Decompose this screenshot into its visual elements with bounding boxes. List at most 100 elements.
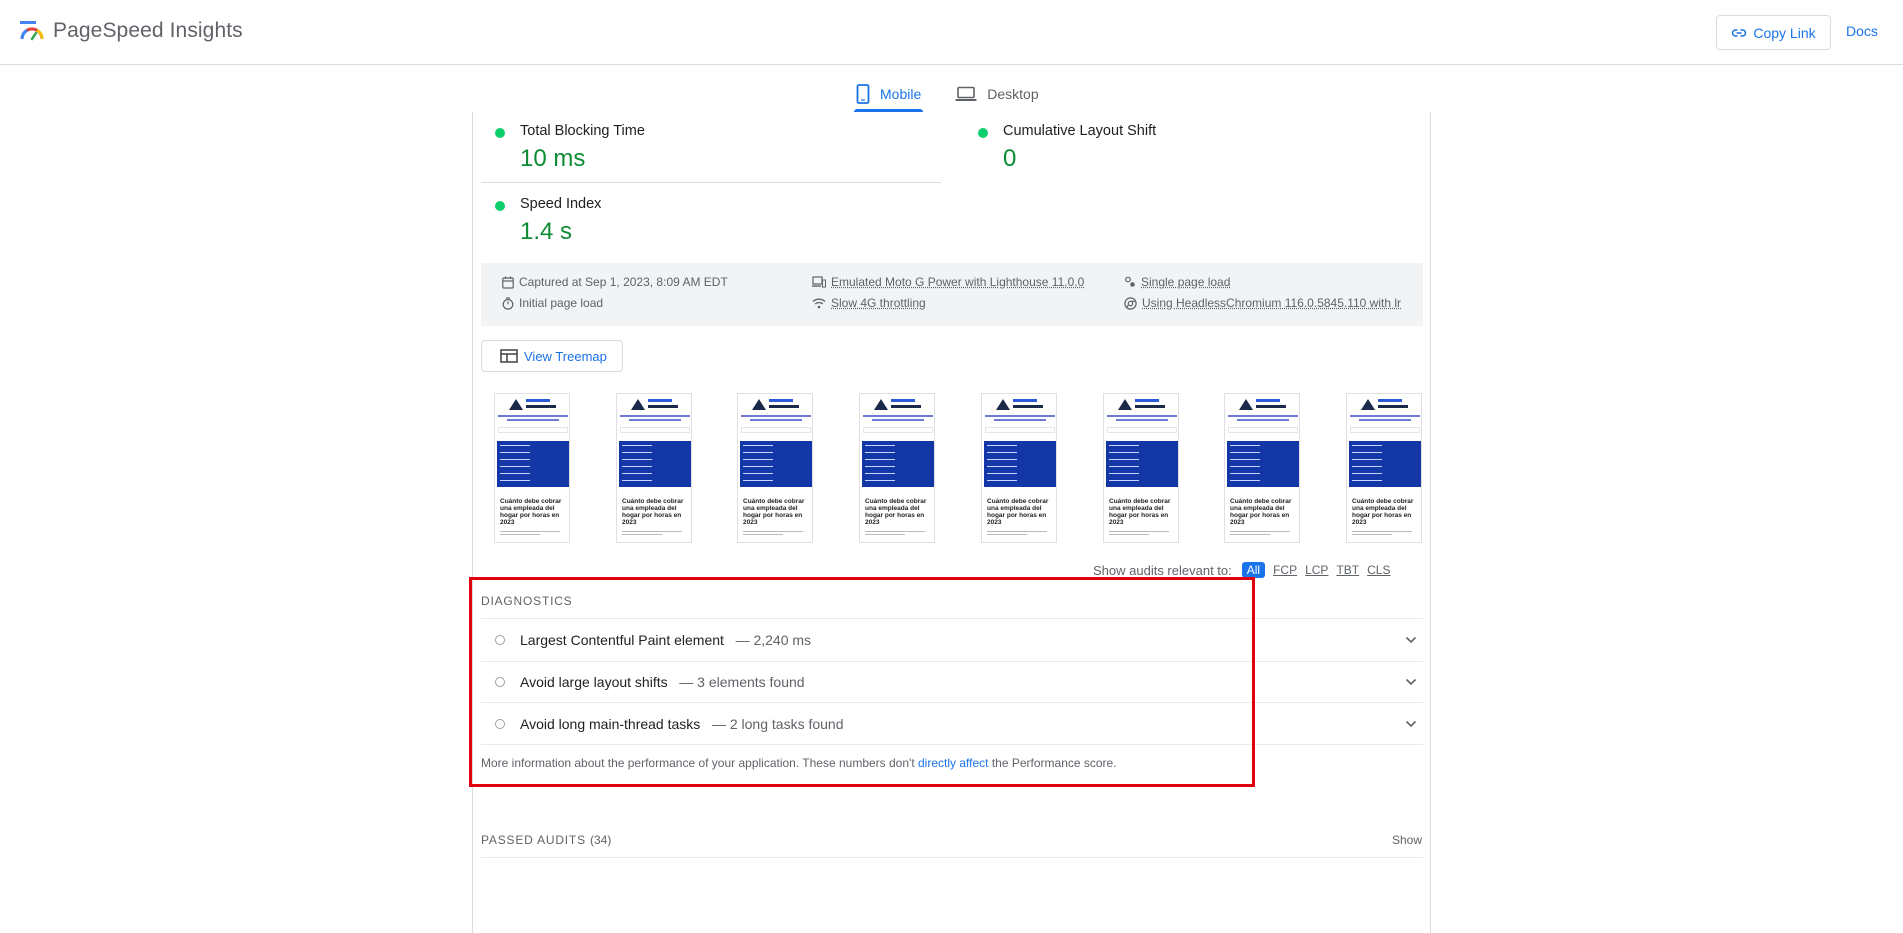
audit-detail-text: 2 long tasks found (729, 716, 844, 732)
filter-chip-tbt[interactable]: TBT (1336, 563, 1359, 577)
audit-detail: — 2 long tasks found (704, 716, 844, 732)
audit-row-layout-shifts[interactable]: Avoid large layout shifts — 3 elements f… (481, 662, 1423, 702)
audit-title: Avoid long main-thread tasks — 2 long ta… (520, 716, 844, 732)
good-status-dot-icon (495, 128, 505, 138)
audit-title-text: Avoid large layout shifts (520, 674, 668, 690)
audit-detail: — 3 elements found (671, 674, 805, 690)
audit-detail: — 2,240 ms (727, 632, 812, 648)
docs-link[interactable]: Docs (1846, 23, 1878, 39)
audit-detail-text: 3 elements found (697, 674, 805, 690)
metric-value: 10 ms (520, 145, 586, 172)
metric-value: 1.4 s (520, 218, 573, 245)
browser-version[interactable]: Using HeadlessChromium 116.0.5845.110 wi… (1124, 296, 1401, 310)
chevron-down-icon[interactable] (1405, 720, 1417, 728)
row-divider (481, 702, 1423, 703)
filmstrip-frame: Cuánto debe cobrar una empleada del hoga… (1103, 393, 1179, 543)
frame-logo-icon (996, 397, 1044, 411)
view-treemap-button[interactable]: View Treemap (481, 340, 623, 372)
informative-audit-icon (495, 677, 505, 687)
filmstrip-frame: Cuánto debe cobrar una empleada del hoga… (494, 393, 570, 543)
frame-logo-icon (631, 397, 679, 411)
filmstrip-frame: Cuánto debe cobrar una empleada del hoga… (616, 393, 692, 543)
frame-logo-icon (1361, 397, 1409, 411)
more-info-suffix: the Performance score. (991, 756, 1117, 770)
metric-label: Total Blocking Time (520, 123, 645, 139)
frame-headline: Cuánto debe cobrar una empleada del hoga… (622, 498, 684, 526)
top-header: PageSpeed Insights Copy Link Docs (0, 0, 1903, 65)
chevron-down-icon[interactable] (1405, 636, 1417, 644)
copy-link-button[interactable]: Copy Link (1716, 15, 1831, 50)
mobile-icon (856, 84, 870, 104)
frame-logo-icon (509, 397, 557, 411)
filter-chip-all[interactable]: All (1241, 562, 1266, 578)
audit-detail-text: 2,240 ms (753, 632, 812, 648)
screenshot-filmstrip: Cuánto debe cobrar una empleada del hoga… (494, 393, 1424, 543)
frame-logo-icon (1239, 397, 1287, 411)
audit-filter-label: Show audits relevant to: (1093, 562, 1232, 578)
devices-icon (812, 276, 826, 288)
filter-chip-fcp[interactable]: FCP (1273, 563, 1297, 577)
frame-headline: Cuánto debe cobrar una empleada del hoga… (865, 498, 927, 526)
frame-headline: Cuánto debe cobrar una empleada del hoga… (1109, 498, 1171, 526)
copy-link-label: Copy Link (1753, 24, 1816, 41)
content-border-right (1430, 112, 1431, 933)
device-text: Emulated Moto G Power with Lighthouse 11… (831, 275, 1085, 289)
session-text: Single page load (1141, 275, 1231, 289)
frame-logo-icon (752, 397, 800, 411)
logo[interactable]: PageSpeed Insights (19, 18, 243, 44)
show-passed-audits-button[interactable]: Show (1392, 833, 1422, 847)
metric-speed-index: Speed Index 1.4 s (495, 196, 875, 246)
good-status-dot-icon (495, 201, 505, 211)
tab-mobile[interactable]: Mobile (854, 76, 924, 112)
informative-audit-icon (495, 635, 505, 645)
device-tabs: Mobile Desktop (854, 76, 1071, 112)
frame-headline: Cuánto debe cobrar una empleada del hoga… (1352, 498, 1414, 526)
network-throttling[interactable]: Slow 4G throttling (812, 296, 926, 310)
filmstrip-frame: Cuánto debe cobrar una empleada del hoga… (859, 393, 935, 543)
browser-text: Using HeadlessChromium 116.0.5845.110 wi… (1142, 296, 1402, 310)
captured-at: Captured at Sep 1, 2023, 8:09 AM EDT (502, 275, 728, 289)
audit-title-text: Avoid long main-thread tasks (520, 716, 701, 732)
filmstrip-frame: Cuánto debe cobrar una empleada del hoga… (1224, 393, 1300, 543)
metric-value: 0 (1003, 145, 1017, 172)
frame-headline: Cuánto debe cobrar una empleada del hoga… (987, 498, 1049, 526)
frame-headline: Cuánto debe cobrar una empleada del hoga… (500, 498, 562, 526)
app-title: PageSpeed Insights (53, 19, 243, 42)
audit-title: Largest Contentful Paint element — 2,240… (520, 632, 811, 648)
row-divider (481, 857, 1423, 858)
frame-logo-icon (1118, 397, 1166, 411)
frame-logo-icon (874, 397, 922, 411)
metric-divider (481, 182, 941, 183)
directly-affect-link[interactable]: directly affect (918, 756, 988, 770)
frame-headline: Cuánto debe cobrar una empleada del hoga… (1230, 498, 1292, 526)
session-icon (1125, 276, 1135, 287)
chrome-icon (1124, 296, 1137, 310)
tab-desktop[interactable]: Desktop (953, 76, 1040, 112)
metric-label: Cumulative Layout Shift (1003, 123, 1157, 139)
audit-row-long-tasks[interactable]: Avoid long main-thread tasks — 2 long ta… (481, 704, 1423, 744)
treemap-icon (500, 349, 518, 363)
filter-chip-lcp[interactable]: LCP (1305, 563, 1328, 577)
row-divider (481, 744, 1423, 745)
passed-audits-label: PASSED AUDITS (481, 833, 586, 847)
audit-row-lcp-element[interactable]: Largest Contentful Paint element — 2,240… (481, 620, 1423, 660)
throttling-text: Slow 4G throttling (831, 296, 926, 310)
chevron-down-icon[interactable] (1405, 678, 1417, 686)
passed-audits-title[interactable]: PASSED AUDITS (34) (481, 833, 611, 847)
emulated-device[interactable]: Emulated Moto G Power with Lighthouse 11… (812, 275, 1084, 289)
tab-desktop-label: Desktop (987, 86, 1039, 102)
good-status-dot-icon (978, 128, 988, 138)
more-info-text: More information about the performance o… (481, 756, 915, 770)
captured-text: Captured at Sep 1, 2023, 8:09 AM EDT (519, 275, 728, 289)
audit-title-text: Largest Contentful Paint element (520, 632, 724, 648)
metric-cumulative-layout-shift: Cumulative Layout Shift 0 (978, 123, 1358, 173)
runtime-settings: Captured at Sep 1, 2023, 8:09 AM EDT Ini… (481, 263, 1423, 326)
session-type[interactable]: Single page load (1124, 275, 1230, 289)
filter-chip-cls[interactable]: CLS (1367, 563, 1390, 577)
metric-total-blocking-time: Total Blocking Time 10 ms (495, 123, 875, 173)
link-icon (1732, 28, 1747, 37)
treemap-label: View Treemap (524, 348, 607, 364)
laptop-icon (955, 86, 977, 101)
frame-headline: Cuánto debe cobrar una empleada del hoga… (743, 498, 805, 526)
diagnostics-title: DIAGNOSTICS (481, 594, 573, 608)
